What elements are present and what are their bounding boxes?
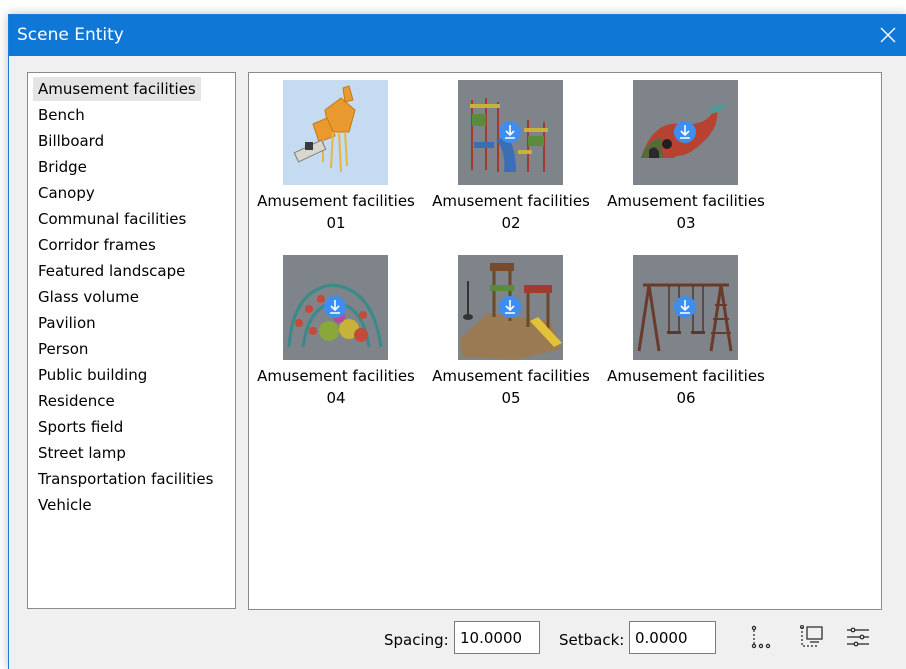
close-button[interactable] (867, 15, 906, 56)
screen-place-icon (800, 625, 823, 647)
entity-thumbnail (283, 255, 388, 360)
entity-tile-05[interactable]: Amusement facilities 05 (425, 248, 597, 408)
category-item-corridor-frames[interactable]: Corridor frames (33, 233, 161, 257)
spacing-label: Spacing: (384, 631, 449, 649)
category-item-street-lamp[interactable]: Street lamp (33, 441, 131, 465)
entity-tile-02[interactable]: Amusement facilities 02 (425, 73, 597, 233)
point-path-button[interactable] (749, 624, 775, 650)
category-item-sports-field[interactable]: Sports field (33, 415, 128, 439)
entity-tile-label: Amusement facilities 02 (432, 192, 590, 232)
scene-entity-dialog: Scene Entity Amusement facilities Bench … (8, 14, 906, 669)
category-item-glass-volume[interactable]: Glass volume (33, 285, 144, 309)
entity-tile-label: Amusement facilities 06 (607, 367, 765, 407)
entity-thumbnail (283, 80, 388, 185)
entity-tile-label: Amusement facilities 05 (432, 367, 590, 407)
entity-thumbnail (458, 80, 563, 185)
category-item-pavilion[interactable]: Pavilion (33, 311, 101, 335)
point-path-icon (751, 625, 771, 649)
entity-tile-01[interactable]: Amusement facilities 01 (250, 73, 422, 233)
settings-sliders-icon (847, 627, 869, 647)
download-icon[interactable] (499, 121, 521, 143)
window-title: Scene Entity (17, 25, 124, 45)
entity-tile-label: Amusement facilities 01 (257, 192, 415, 232)
entity-thumbnail (458, 255, 563, 360)
entity-tile-label: Amusement facilities 03 (607, 192, 765, 232)
category-item-public-building[interactable]: Public building (33, 363, 152, 387)
screen-place-button[interactable] (799, 624, 825, 650)
download-icon[interactable] (324, 296, 346, 318)
settings-sliders-button[interactable] (845, 624, 871, 650)
entity-tile-04[interactable]: Amusement facilities 04 (250, 248, 422, 408)
spacing-input[interactable] (454, 621, 540, 654)
entity-tile-03[interactable]: Amusement facilities 03 (600, 73, 772, 233)
entity-thumbnail (633, 255, 738, 360)
download-icon[interactable] (499, 296, 521, 318)
category-item-communal-facilities[interactable]: Communal facilities (33, 207, 191, 231)
category-item-vehicle[interactable]: Vehicle (33, 493, 97, 517)
category-item-featured-landscape[interactable]: Featured landscape (33, 259, 190, 283)
category-item-amusement-facilities[interactable]: Amusement facilities (33, 77, 201, 101)
entity-tile-06[interactable]: Amusement facilities 06 (600, 248, 772, 408)
category-item-residence[interactable]: Residence (33, 389, 120, 413)
playground-slide-image (293, 85, 356, 173)
entity-thumbnail-grid: Amusement facilities 01 Amusement facili… (248, 72, 882, 610)
category-list[interactable]: Amusement facilities Bench Billboard Bri… (27, 72, 236, 609)
entity-thumbnail (633, 80, 738, 185)
title-bar: Scene Entity (9, 15, 906, 56)
category-item-billboard[interactable]: Billboard (33, 129, 109, 153)
entity-tile-label: Amusement facilities 04 (257, 367, 415, 407)
download-icon[interactable] (674, 121, 696, 143)
setback-input[interactable] (629, 621, 716, 654)
category-item-transportation-facilities[interactable]: Transportation facilities (33, 467, 218, 491)
setback-label: Setback: (559, 631, 625, 649)
category-item-person[interactable]: Person (33, 337, 93, 361)
close-icon (880, 27, 896, 43)
category-item-bench[interactable]: Bench (33, 103, 90, 127)
category-item-bridge[interactable]: Bridge (33, 155, 92, 179)
category-item-canopy[interactable]: Canopy (33, 181, 100, 205)
download-icon[interactable] (674, 296, 696, 318)
